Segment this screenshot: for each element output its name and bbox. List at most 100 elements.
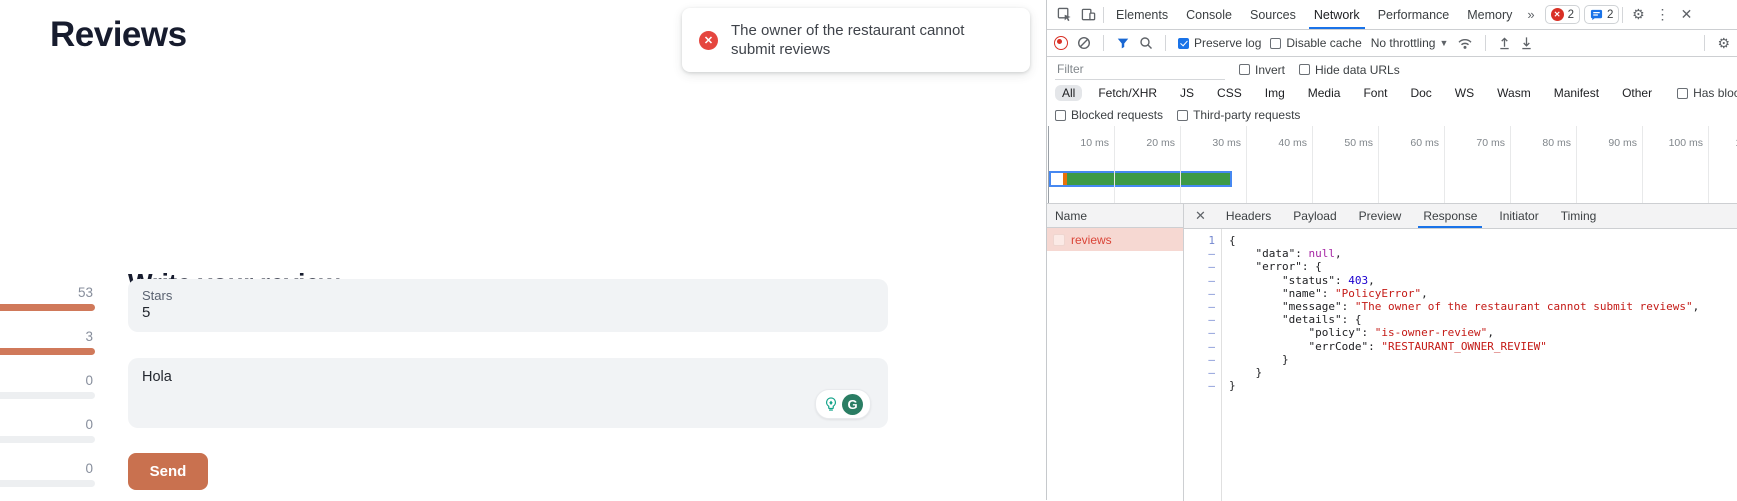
detail-tab-preview[interactable]: Preview — [1348, 204, 1413, 228]
gutter-cell: – — [1184, 326, 1215, 339]
throttling-dropdown[interactable]: No throttling▼ — [1371, 36, 1449, 50]
filter-funnel-icon[interactable] — [1116, 36, 1130, 50]
devtools-tab-network[interactable]: Network — [1305, 0, 1369, 29]
requests-table: Name reviews — [1047, 204, 1184, 501]
issues-badge[interactable]: 2 — [1584, 5, 1619, 24]
preserve-log-checkbox[interactable]: Preserve log — [1178, 36, 1261, 50]
type-filter-wasm[interactable]: Wasm — [1490, 85, 1538, 101]
code-line: } — [1229, 353, 1737, 366]
type-filter-other[interactable]: Other — [1615, 85, 1659, 101]
type-filter-manifest[interactable]: Manifest — [1547, 85, 1606, 101]
type-filter-all[interactable]: All — [1055, 85, 1082, 101]
error-count: 2 — [1568, 9, 1574, 21]
divider — [1622, 7, 1623, 23]
toast-message: The owner of the restaurant cannot submi… — [731, 21, 1003, 59]
filter-input[interactable] — [1055, 60, 1225, 80]
name-column-header[interactable]: Name — [1047, 204, 1183, 228]
type-filter-doc[interactable]: Doc — [1403, 85, 1438, 101]
issue-count: 2 — [1607, 9, 1613, 21]
gutter-cell: – — [1184, 287, 1215, 300]
detail-tab-headers[interactable]: Headers — [1215, 204, 1282, 228]
detail-tab-timing[interactable]: Timing — [1550, 204, 1608, 228]
code-line: } — [1229, 379, 1737, 392]
rating-bar — [0, 436, 95, 443]
third-party-requests-checkbox[interactable]: Third-party requests — [1177, 108, 1300, 122]
divider — [1165, 35, 1166, 51]
stars-field[interactable]: Stars 5 — [128, 279, 888, 332]
devtools-panel: ElementsConsoleSourcesNetworkPerformance… — [1046, 0, 1737, 500]
kebab-menu-icon[interactable]: ⋮ — [1650, 3, 1674, 27]
type-filter-ws[interactable]: WS — [1448, 85, 1481, 101]
code-line: "policy": "is-owner-review", — [1229, 326, 1737, 339]
close-detail-icon[interactable]: ✕ — [1186, 208, 1215, 224]
device-toolbar-icon[interactable] — [1076, 3, 1100, 27]
disable-cache-checkbox[interactable]: Disable cache — [1270, 36, 1361, 50]
code-line: "errCode": "RESTAURANT_OWNER_REVIEW" — [1229, 340, 1737, 353]
settings-gear-icon[interactable]: ⚙ — [1626, 3, 1650, 27]
type-filter-fetchxhr[interactable]: Fetch/XHR — [1091, 85, 1164, 101]
divider — [1103, 35, 1104, 51]
devtools-tab-memory[interactable]: Memory — [1458, 0, 1521, 29]
line-number-gutter: 1––––––––––– — [1184, 229, 1222, 501]
devtools-tab-elements[interactable]: Elements — [1107, 0, 1177, 29]
clear-network-log-icon[interactable] — [1077, 36, 1091, 50]
console-errors-badge[interactable]: ✕ 2 — [1545, 5, 1580, 24]
detail-tab-payload[interactable]: Payload — [1282, 204, 1347, 228]
code-line: } — [1229, 366, 1737, 379]
network-conditions-icon[interactable] — [1457, 36, 1473, 50]
type-filter-font[interactable]: Font — [1356, 85, 1394, 101]
type-filter-img[interactable]: Img — [1258, 85, 1292, 101]
review-textarea[interactable]: Hola G — [128, 358, 888, 428]
search-icon[interactable] — [1139, 36, 1153, 50]
ruler-gridline — [1576, 126, 1577, 203]
gutter-cell: – — [1184, 274, 1215, 287]
error-count-icon: ✕ — [1551, 8, 1564, 21]
type-filter-media[interactable]: Media — [1301, 85, 1348, 101]
stars-value: 5 — [142, 303, 874, 323]
response-code[interactable]: { "data": null, "error": { "status": 403… — [1222, 229, 1737, 501]
devtools-tab-performance[interactable]: Performance — [1369, 0, 1459, 29]
request-row[interactable]: reviews — [1047, 228, 1183, 251]
blocked-requests-checkbox[interactable]: Blocked requests — [1055, 108, 1163, 122]
divider — [1704, 35, 1705, 51]
ruler-gridline — [1378, 126, 1379, 203]
ruler-gridline — [1312, 126, 1313, 203]
export-har-icon[interactable] — [1520, 36, 1533, 50]
more-tabs-icon[interactable]: » — [1521, 7, 1540, 22]
type-filter-js[interactable]: JS — [1173, 85, 1201, 101]
code-line: "name": "PolicyError", — [1229, 287, 1737, 300]
import-har-icon[interactable] — [1498, 36, 1511, 50]
network-settings-gear-icon[interactable]: ⚙ — [1717, 35, 1730, 52]
ruler-label: 20 ms — [1118, 137, 1175, 149]
detail-tab-initiator[interactable]: Initiator — [1488, 204, 1549, 228]
type-filter-css[interactable]: CSS — [1210, 85, 1249, 101]
record-network-log-icon[interactable] — [1054, 36, 1068, 50]
inspect-element-icon[interactable] — [1052, 3, 1076, 27]
gutter-cell: – — [1184, 260, 1215, 273]
ruler-gridline — [1708, 126, 1709, 203]
hide-data-urls-checkbox[interactable]: Hide data URLs — [1299, 63, 1400, 77]
close-devtools-icon[interactable]: ✕ — [1674, 3, 1698, 27]
has-blocked-cookies-checkbox[interactable]: Has blocked cookies — [1677, 86, 1737, 100]
rating-bar — [0, 348, 95, 355]
devtools-tab-console[interactable]: Console — [1177, 0, 1241, 29]
request-favicon — [1053, 234, 1065, 246]
divider — [1485, 35, 1486, 51]
devtools-tabs: ElementsConsoleSourcesNetworkPerformance… — [1107, 0, 1521, 29]
send-button[interactable]: Send — [128, 453, 208, 490]
grammarly-logo-icon[interactable]: G — [842, 394, 863, 415]
ruler-gridline — [1444, 126, 1445, 203]
divider — [1103, 7, 1104, 23]
devtools-tab-sources[interactable]: Sources — [1241, 0, 1305, 29]
code-line: "details": { — [1229, 313, 1737, 326]
grammarly-widget[interactable]: G — [815, 389, 871, 419]
suggestion-bulb-icon[interactable] — [823, 396, 839, 412]
rating-count: 53 — [33, 287, 93, 299]
devtools-tab-bar: ElementsConsoleSourcesNetworkPerformance… — [1047, 0, 1737, 30]
invert-checkbox[interactable]: Invert — [1239, 63, 1285, 77]
request-name: reviews — [1071, 233, 1112, 247]
network-overview-timeline[interactable]: 10 ms20 ms30 ms40 ms50 ms60 ms70 ms80 ms… — [1047, 126, 1737, 204]
ruler-gridline — [1180, 126, 1181, 203]
detail-tab-response[interactable]: Response — [1412, 204, 1488, 228]
rating-histogram: 533000 — [0, 287, 97, 497]
